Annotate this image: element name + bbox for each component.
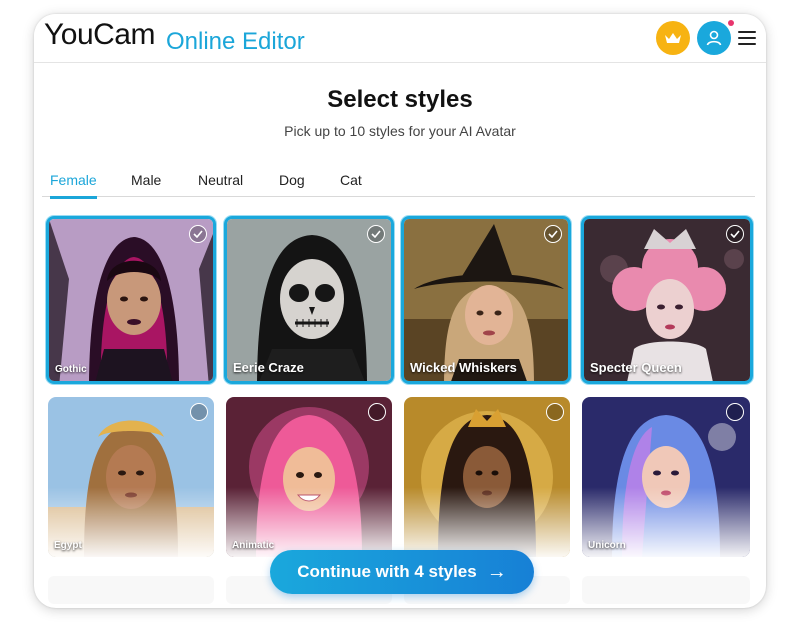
style-label: Wicked Whiskers <box>410 360 517 375</box>
selected-check-icon[interactable] <box>189 225 207 243</box>
premium-button[interactable] <box>656 21 690 55</box>
unselected-check-icon[interactable] <box>726 403 744 421</box>
page-title: Select styles <box>327 86 473 113</box>
unselected-check-icon[interactable] <box>190 403 208 421</box>
unselected-check-icon[interactable] <box>546 403 564 421</box>
hamburger-menu-icon[interactable] <box>738 31 756 45</box>
ghost-card <box>48 576 214 604</box>
tab-cat[interactable]: Cat <box>340 172 362 196</box>
style-label: Unicorn <box>588 540 626 551</box>
style-card-animatic[interactable]: Animatic <box>226 397 392 557</box>
continue-button-label: Continue with 4 styles <box>297 562 477 581</box>
app-window: YouCam Online Editor Select styles Pick … <box>34 14 766 608</box>
style-card-unicorn[interactable]: Unicorn <box>582 397 750 557</box>
style-label: Specter Queen <box>590 360 682 375</box>
continue-button[interactable]: Continue with 4 styles → <box>270 550 534 594</box>
unselected-check-icon[interactable] <box>368 403 386 421</box>
style-card-specter-queen[interactable]: Specter Queen <box>581 216 753 384</box>
selected-check-icon[interactable] <box>726 225 744 243</box>
selected-check-icon[interactable] <box>544 225 562 243</box>
style-label: Eerie Craze <box>233 360 304 375</box>
account-button[interactable] <box>697 21 731 55</box>
style-label: Animatic <box>232 540 275 551</box>
ghost-card <box>582 576 750 604</box>
selected-check-icon[interactable] <box>367 225 385 243</box>
logo-text[interactable]: YouCam <box>44 18 155 52</box>
style-card-gothic[interactable]: Gothic <box>46 216 216 384</box>
crown-icon <box>665 33 681 43</box>
gothic-thumbnail <box>49 219 213 381</box>
style-label: Egypt <box>54 540 82 551</box>
style-card-egypt[interactable]: Egypt <box>48 397 214 557</box>
category-tabs: Female Male Neutral Dog Cat <box>42 168 755 199</box>
tab-female[interactable]: Female <box>50 172 97 199</box>
arrow-right-icon: → <box>486 560 507 583</box>
logo-subtitle[interactable]: Online Editor <box>166 28 305 56</box>
style-card-eerie-craze[interactable]: Eerie Craze <box>224 216 394 384</box>
top-bar: YouCam Online Editor <box>34 14 766 63</box>
style-card-golden-queen[interactable] <box>404 397 570 557</box>
tab-neutral[interactable]: Neutral <box>198 172 243 196</box>
notification-dot <box>728 20 734 26</box>
page-subtitle: Pick up to 10 styles for your AI Avatar <box>284 123 516 139</box>
tab-male[interactable]: Male <box>131 172 161 196</box>
style-card-wicked-whiskers[interactable]: Wicked Whiskers <box>401 216 571 384</box>
tab-dog[interactable]: Dog <box>279 172 305 196</box>
style-label: Gothic <box>55 364 87 375</box>
user-icon <box>706 30 722 46</box>
